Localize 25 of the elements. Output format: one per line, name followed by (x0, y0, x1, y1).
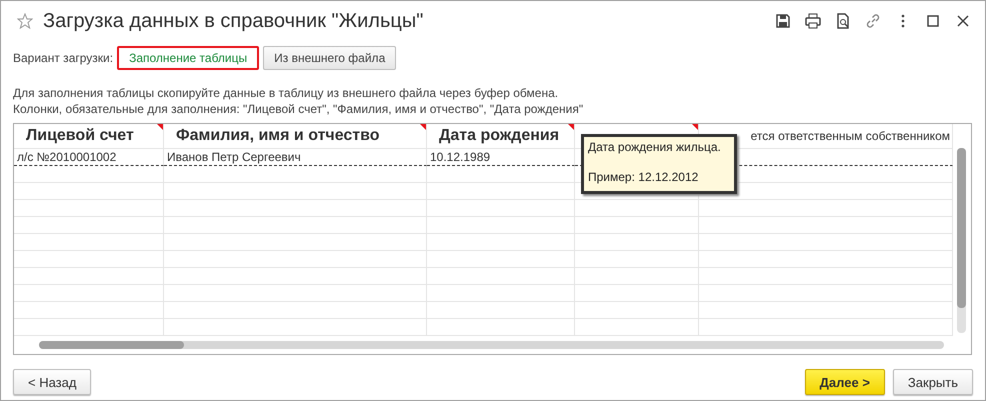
back-button[interactable]: < Назад (13, 369, 92, 395)
preview-icon[interactable] (835, 13, 851, 29)
print-icon[interactable] (805, 13, 821, 29)
column-header[interactable]: Лицевой счет (14, 124, 164, 149)
window-title: Загрузка данных в справочник "Жильцы" (43, 10, 424, 32)
column-header[interactable]: Дата рождения (427, 124, 575, 149)
vertical-scrollbar[interactable] (957, 148, 966, 333)
table-cell: л/с №2010001002 (14, 149, 164, 166)
star-icon[interactable] (17, 13, 33, 29)
tooltip-text: Пример: 12.12.2012 (588, 170, 700, 185)
save-icon[interactable] (775, 13, 791, 29)
variant-option[interactable]: Заполнение таблицы (117, 46, 260, 70)
hint-text: Колонки, обязательные для заполнения: "Лицевой счет", "Фамилия, имя и отчество", "Дата рождения" (13, 101, 584, 117)
table-cell: 10.12.1989 (427, 149, 575, 166)
next-button[interactable]: Далее > (804, 369, 885, 395)
maximize-icon[interactable] (925, 13, 941, 29)
load-variant-label: Вариант загрузки: (13, 51, 114, 65)
table-cell: Иванов Петр Сергеевич (164, 149, 427, 166)
horizontal-scrollbar[interactable] (39, 341, 944, 349)
hint-text: Для заполнения таблицы скопируйте данные в таблицу из внешнего файла через буфер обмена. (13, 85, 560, 101)
variant-option[interactable]: Из внешнего файла (263, 46, 396, 70)
close-icon[interactable] (955, 13, 971, 29)
close-button[interactable]: Закрыть (892, 369, 973, 395)
link-icon[interactable] (865, 13, 881, 29)
column-header[interactable]: Фамилия, имя и отчество (164, 124, 427, 149)
